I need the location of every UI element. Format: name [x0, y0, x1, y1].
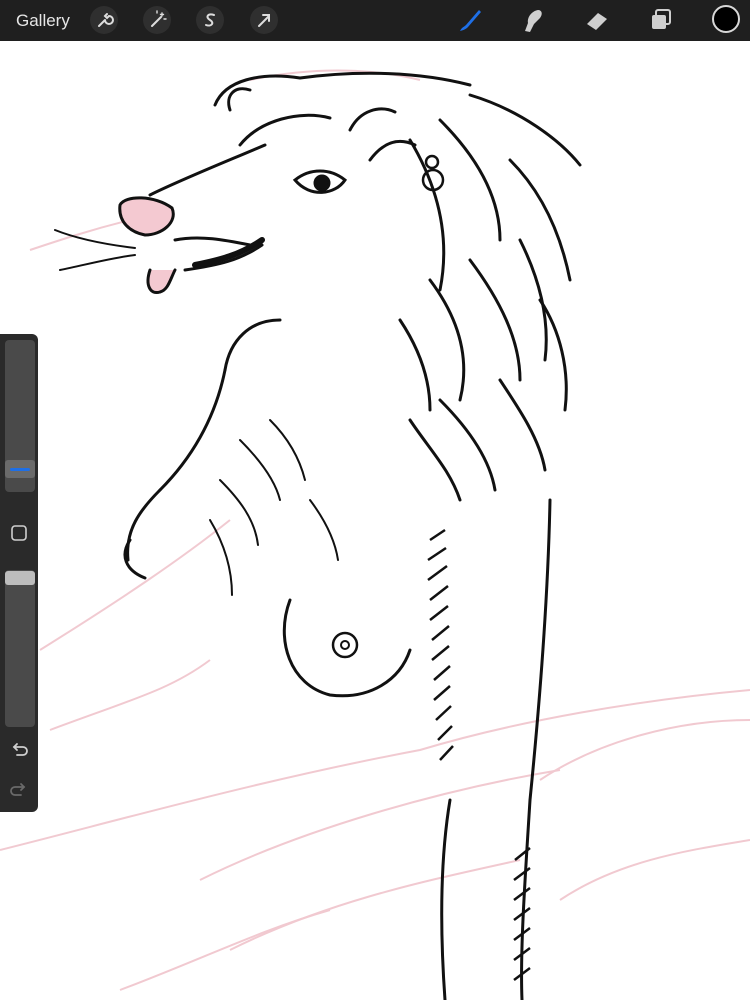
brush-opacity-slider[interactable]: [5, 570, 35, 727]
undo-arrow-icon[interactable]: [8, 739, 30, 761]
drawing-canvas[interactable]: [0, 41, 750, 1002]
brush-opacity-handle[interactable]: [5, 571, 35, 585]
gallery-button[interactable]: Gallery: [16, 0, 70, 41]
sketch-layer: [0, 69, 750, 991]
brush-size-handle[interactable]: [5, 460, 35, 478]
brush-size-slider[interactable]: [5, 340, 35, 492]
arrow-cursor-icon[interactable]: [250, 6, 278, 34]
smudge-finger-icon[interactable]: [518, 5, 548, 35]
left-sidebar: [0, 334, 38, 812]
redo-arrow-icon[interactable]: [8, 779, 30, 801]
square-modify-icon[interactable]: [10, 524, 28, 542]
artwork: [0, 69, 750, 1002]
brush-icon[interactable]: [454, 5, 484, 35]
color-picker-swatch[interactable]: [712, 5, 740, 33]
wrench-icon[interactable]: [90, 6, 118, 34]
top-toolbar: Gallery: [0, 0, 750, 41]
ink-layer: [54, 71, 582, 1002]
magic-wand-icon[interactable]: [143, 6, 171, 34]
eraser-icon[interactable]: [582, 5, 612, 35]
selection-s-icon[interactable]: [196, 6, 224, 34]
side-hatching: [427, 528, 531, 981]
layers-icon[interactable]: [646, 5, 676, 35]
